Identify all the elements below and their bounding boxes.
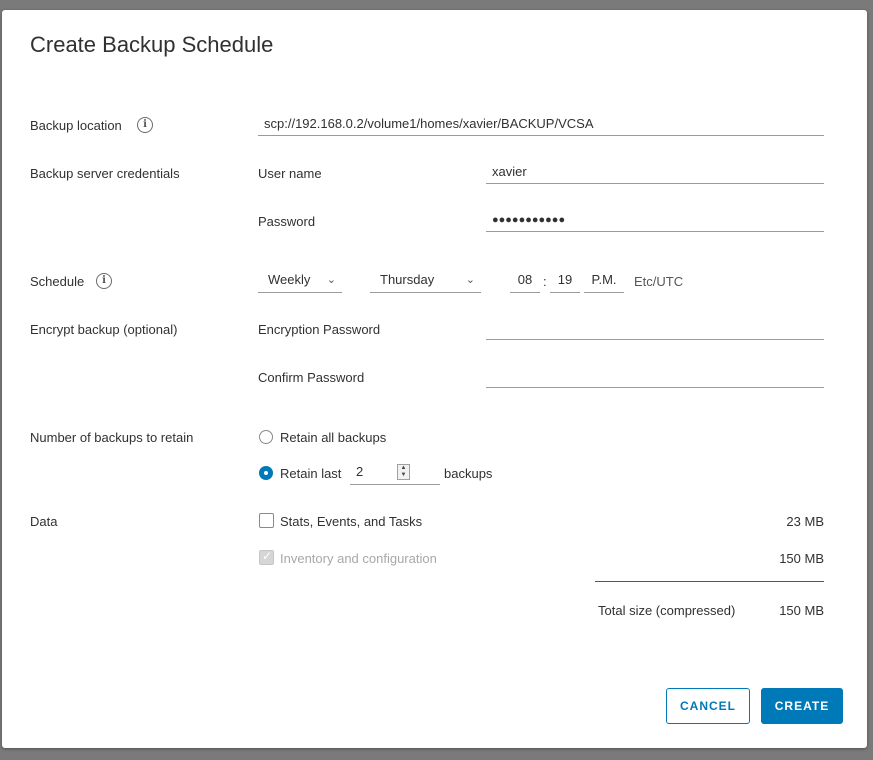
password-label: Password: [258, 214, 316, 229]
retain-last-count-value: 2: [356, 464, 364, 479]
schedule-frequency-select[interactable]: Weekly ⌄: [258, 269, 342, 293]
backup-location-info-icon[interactable]: i: [137, 117, 153, 133]
encryption-password-input[interactable]: [486, 318, 824, 340]
stepper-down-icon[interactable]: ▼: [398, 472, 409, 479]
retain-last-label[interactable]: Retain last: [280, 466, 341, 481]
schedule-info-icon[interactable]: i: [96, 273, 112, 289]
retain-last-radio[interactable]: [259, 466, 273, 480]
stats-events-tasks-size: 23 MB: [786, 514, 824, 529]
schedule-frequency-value: Weekly: [268, 272, 311, 287]
retain-count-stepper[interactable]: ▲ ▼: [397, 464, 410, 480]
username-input[interactable]: xavier: [486, 162, 824, 184]
total-size-value: 150 MB: [779, 603, 824, 618]
backup-location-label: Backup location: [30, 118, 122, 133]
confirm-password-label: Confirm Password: [258, 370, 365, 385]
data-label: Data: [30, 514, 58, 529]
backups-to-retain-label: Number of backups to retain: [30, 430, 194, 445]
dialog-title: Create Backup Schedule: [30, 32, 274, 57]
total-size-label: Total size (compressed): [598, 603, 736, 618]
schedule-label: Schedule: [30, 274, 85, 289]
schedule-minute-input[interactable]: 19: [550, 269, 580, 293]
schedule-day-select[interactable]: Thursday ⌄: [370, 269, 481, 293]
username-label: User name: [258, 166, 322, 181]
inventory-configuration-checkbox: ✓: [259, 549, 274, 565]
retain-last-count-input[interactable]: 2: [350, 462, 440, 485]
cancel-button[interactable]: CANCEL: [666, 688, 750, 724]
chevron-down-icon: ⌄: [326, 274, 336, 286]
stats-events-tasks-checkbox[interactable]: [259, 513, 274, 528]
total-divider: [595, 581, 824, 582]
create-button[interactable]: CREATE: [761, 688, 843, 724]
confirm-password-input[interactable]: [486, 366, 824, 388]
retain-all-label[interactable]: Retain all backups: [280, 430, 386, 445]
retain-last-suffix: backups: [444, 466, 493, 481]
encrypt-backup-label: Encrypt backup (optional): [30, 322, 178, 337]
inventory-configuration-label: Inventory and configuration: [280, 551, 437, 566]
schedule-hour-input[interactable]: 08: [510, 269, 540, 293]
create-backup-schedule-dialog: Create Backup Schedule Backup location i…: [2, 10, 867, 748]
chevron-down-icon: ⌄: [465, 274, 475, 286]
backup-location-input[interactable]: scp://192.168.0.2/volume1/homes/xavier/B…: [258, 114, 824, 136]
retain-all-radio[interactable]: [259, 430, 273, 444]
time-separator: :: [543, 274, 547, 289]
stepper-up-icon[interactable]: ▲: [398, 465, 409, 472]
schedule-day-value: Thursday: [380, 272, 435, 287]
schedule-timezone: Etc/UTC: [634, 274, 684, 289]
check-icon: ✓: [262, 549, 273, 563]
schedule-ampm-input[interactable]: P.M.: [584, 269, 624, 293]
stats-events-tasks-label[interactable]: Stats, Events, and Tasks: [280, 514, 422, 529]
backup-server-credentials-label: Backup server credentials: [30, 166, 180, 181]
inventory-configuration-size: 150 MB: [779, 551, 824, 566]
encryption-password-label: Encryption Password: [258, 322, 381, 337]
password-input[interactable]: ●●●●●●●●●●●: [486, 210, 824, 232]
